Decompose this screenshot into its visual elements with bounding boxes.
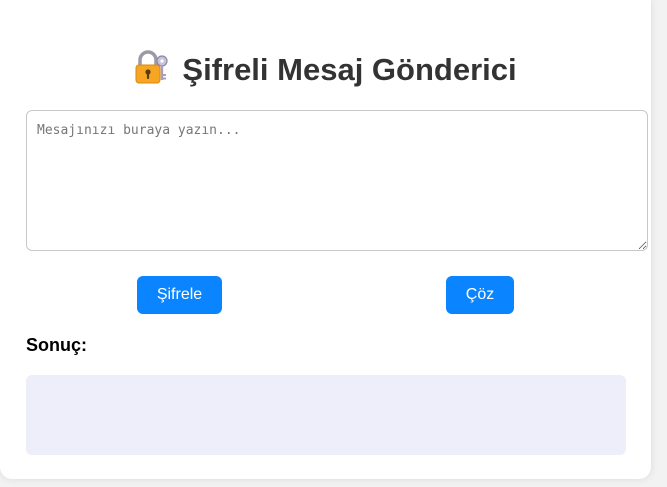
lock-with-key-icon [134, 50, 170, 84]
decrypt-button[interactable]: Çöz [446, 276, 514, 314]
message-input[interactable] [26, 110, 648, 251]
page-title-text: Şifreli Mesaj Gönderici [182, 52, 517, 87]
encrypt-button[interactable]: Şifrele [137, 276, 222, 314]
result-label: Sonuç: [26, 335, 87, 355]
encrypt-card: Şifreli Mesaj Gönderici Şifrele Çöz Sonu… [0, 0, 651, 479]
result-output [26, 375, 626, 455]
page-title: Şifreli Mesaj Gönderici [0, 48, 651, 92]
